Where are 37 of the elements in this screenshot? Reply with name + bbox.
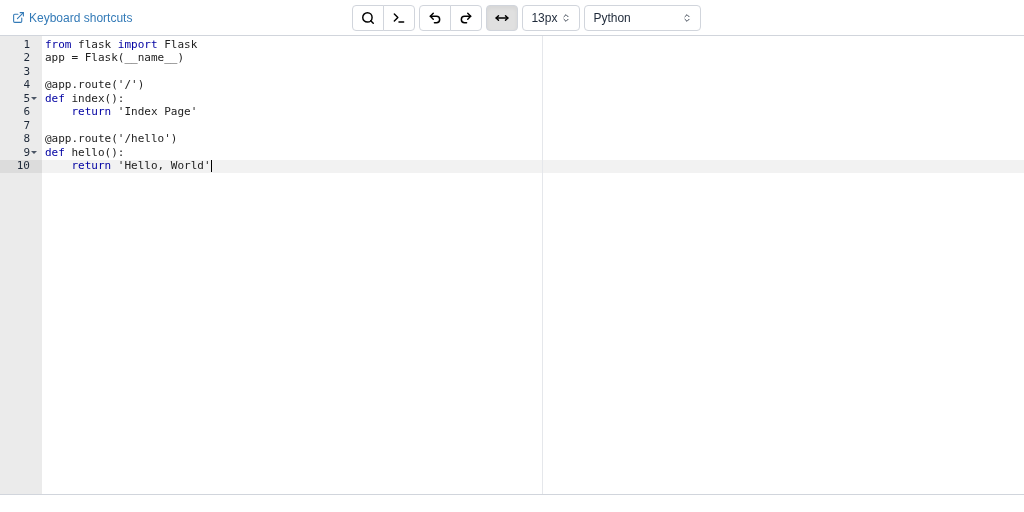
line-number: 4: [23, 77, 30, 93]
search-button[interactable]: [352, 4, 385, 31]
line-number: 8: [23, 131, 30, 147]
chevrons-icon: [682, 12, 693, 23]
line-number: 6: [23, 104, 30, 120]
line-number: 9: [23, 144, 30, 161]
code-line: app = Flask(__name__): [45, 50, 185, 66]
font-size-select[interactable]: 13px: [522, 4, 581, 31]
line-number: 2: [23, 50, 30, 66]
code-line: @app.route('/'): [45, 77, 145, 93]
search-icon: [361, 10, 376, 25]
code-line: @app.route('/hello'): [45, 131, 178, 147]
terminal-icon: [392, 10, 407, 25]
line-number: 10: [16, 158, 30, 174]
line-number: 5: [23, 90, 30, 107]
fold-icon[interactable]: [31, 97, 37, 101]
wrap-button[interactable]: [486, 4, 519, 31]
text-cursor: [210, 160, 212, 173]
undo-button[interactable]: [419, 4, 452, 31]
code-line: def index():: [45, 90, 125, 107]
terminal-button[interactable]: [383, 4, 416, 31]
undo-icon: [428, 10, 443, 25]
redo-icon: [459, 10, 474, 25]
fold-icon[interactable]: [31, 151, 37, 155]
shortcuts-link[interactable]: Keyboard shortcuts: [12, 8, 133, 27]
line-number: 3: [23, 63, 30, 80]
chevrons-icon: [561, 12, 572, 23]
line-number: 1: [23, 36, 30, 53]
code-editor[interactable]: 1 2 3 4 5 6 7 8 9 10 from flask import Flask app = Flask(__name__) @app.route('/') def index(): return 'Index Page' @app.route('/hello') def hello(): return 'Hello, World': [0, 36, 1024, 495]
external-link-icon: [12, 11, 25, 24]
line-number: 7: [23, 117, 30, 134]
code-line: def hello():: [45, 144, 125, 161]
redo-button[interactable]: [450, 4, 483, 31]
code-line: return 'Hello, World': [71, 158, 211, 174]
code-line: return 'Index Page': [71, 104, 198, 120]
code-line: from flask import Flask: [45, 36, 198, 53]
language-select[interactable]: Python: [584, 4, 702, 31]
